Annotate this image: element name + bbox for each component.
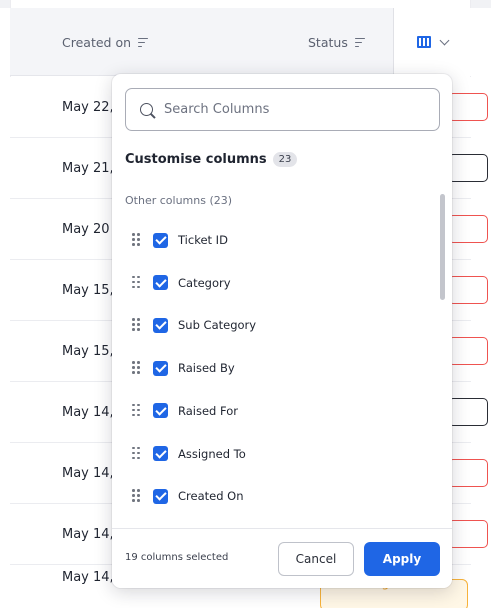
column-option[interactable]: Raised By [132, 347, 235, 389]
status-badge [448, 337, 488, 365]
column-list: Ticket ID Category Sub Category Raised By Ra… [112, 219, 452, 529]
created-on-cell: May 15, [62, 283, 114, 298]
checkbox-checked-icon[interactable] [153, 403, 168, 419]
status-badge [448, 93, 488, 121]
checkbox-checked-icon[interactable] [153, 317, 168, 333]
drag-handle-icon[interactable] [132, 233, 140, 247]
popover-title: Customise columns [125, 152, 267, 167]
drag-handle-icon[interactable] [132, 446, 140, 461]
checkbox-checked-icon[interactable] [153, 275, 168, 291]
column-option[interactable]: Sub Category [132, 304, 256, 346]
search-box[interactable] [125, 88, 440, 131]
chevron-down-icon [439, 35, 450, 45]
checkbox-checked-icon[interactable] [153, 446, 168, 461]
column-option-label: Raised By [178, 361, 235, 376]
status-badge [448, 276, 488, 304]
checkbox-checked-icon[interactable] [153, 488, 168, 504]
status-badge [448, 215, 488, 243]
drag-handle-icon[interactable] [132, 361, 140, 375]
selected-count: 19 columns selected [125, 552, 229, 563]
column-option-label: Raised For [178, 403, 238, 418]
header-created-on-label: Created on [62, 34, 132, 50]
drag-handle-icon[interactable] [132, 403, 140, 418]
apply-button[interactable]: Apply [364, 542, 440, 576]
column-option-label: Created On [178, 489, 244, 504]
checkbox-checked-icon[interactable] [153, 360, 168, 376]
column-option[interactable]: Raised For [132, 390, 238, 432]
created-on-cell: May 14, [62, 466, 114, 481]
count-badge: 23 [272, 152, 298, 167]
created-on-cell: May 21, [62, 161, 114, 176]
checkbox-checked-icon[interactable] [153, 232, 168, 248]
status-badge [448, 520, 488, 548]
header-status-label: Status [308, 34, 348, 50]
column-option[interactable]: Assigned To [132, 433, 246, 475]
status-badge [448, 459, 488, 487]
column-option[interactable]: Created On [132, 475, 244, 517]
status-badge [448, 398, 488, 426]
header-status[interactable]: Status [308, 8, 365, 76]
column-settings-button[interactable] [393, 8, 471, 76]
search-icon [140, 103, 153, 116]
scrollbar-thumb[interactable] [440, 194, 445, 300]
customise-columns-popover: Customise columns 23 Other columns (23) … [112, 74, 452, 588]
cancel-button[interactable]: Cancel [278, 542, 354, 576]
search-columns-input[interactable] [164, 102, 424, 117]
section-label: Other columns (23) [125, 194, 233, 207]
status-badge [448, 154, 488, 182]
column-option-label: Ticket ID [178, 233, 228, 247]
drag-handle-icon[interactable] [132, 489, 140, 503]
column-option[interactable]: Ticket ID [132, 219, 228, 261]
sort-icon[interactable] [354, 37, 365, 47]
columns-icon [417, 36, 431, 48]
created-on-cell: May 22, [62, 100, 114, 115]
sort-icon[interactable] [138, 37, 149, 47]
popover-title-row: Customise columns 23 [125, 152, 298, 167]
column-option-label: Category [178, 275, 231, 290]
popover-footer: 19 columns selected Cancel Apply [112, 528, 452, 588]
drag-handle-icon[interactable] [132, 318, 140, 332]
drag-handle-icon[interactable] [132, 275, 140, 290]
created-on-cell: May 14, [62, 405, 114, 420]
header-created-on[interactable]: Created on [62, 8, 149, 76]
created-on-cell: May 20 [62, 222, 110, 237]
table-header: Created on Status [10, 8, 471, 76]
column-option-label: Sub Category [178, 318, 257, 333]
created-on-cell: May 15, [62, 344, 114, 359]
column-option-label: Assigned To [178, 446, 246, 461]
column-option[interactable]: Category [132, 262, 231, 304]
